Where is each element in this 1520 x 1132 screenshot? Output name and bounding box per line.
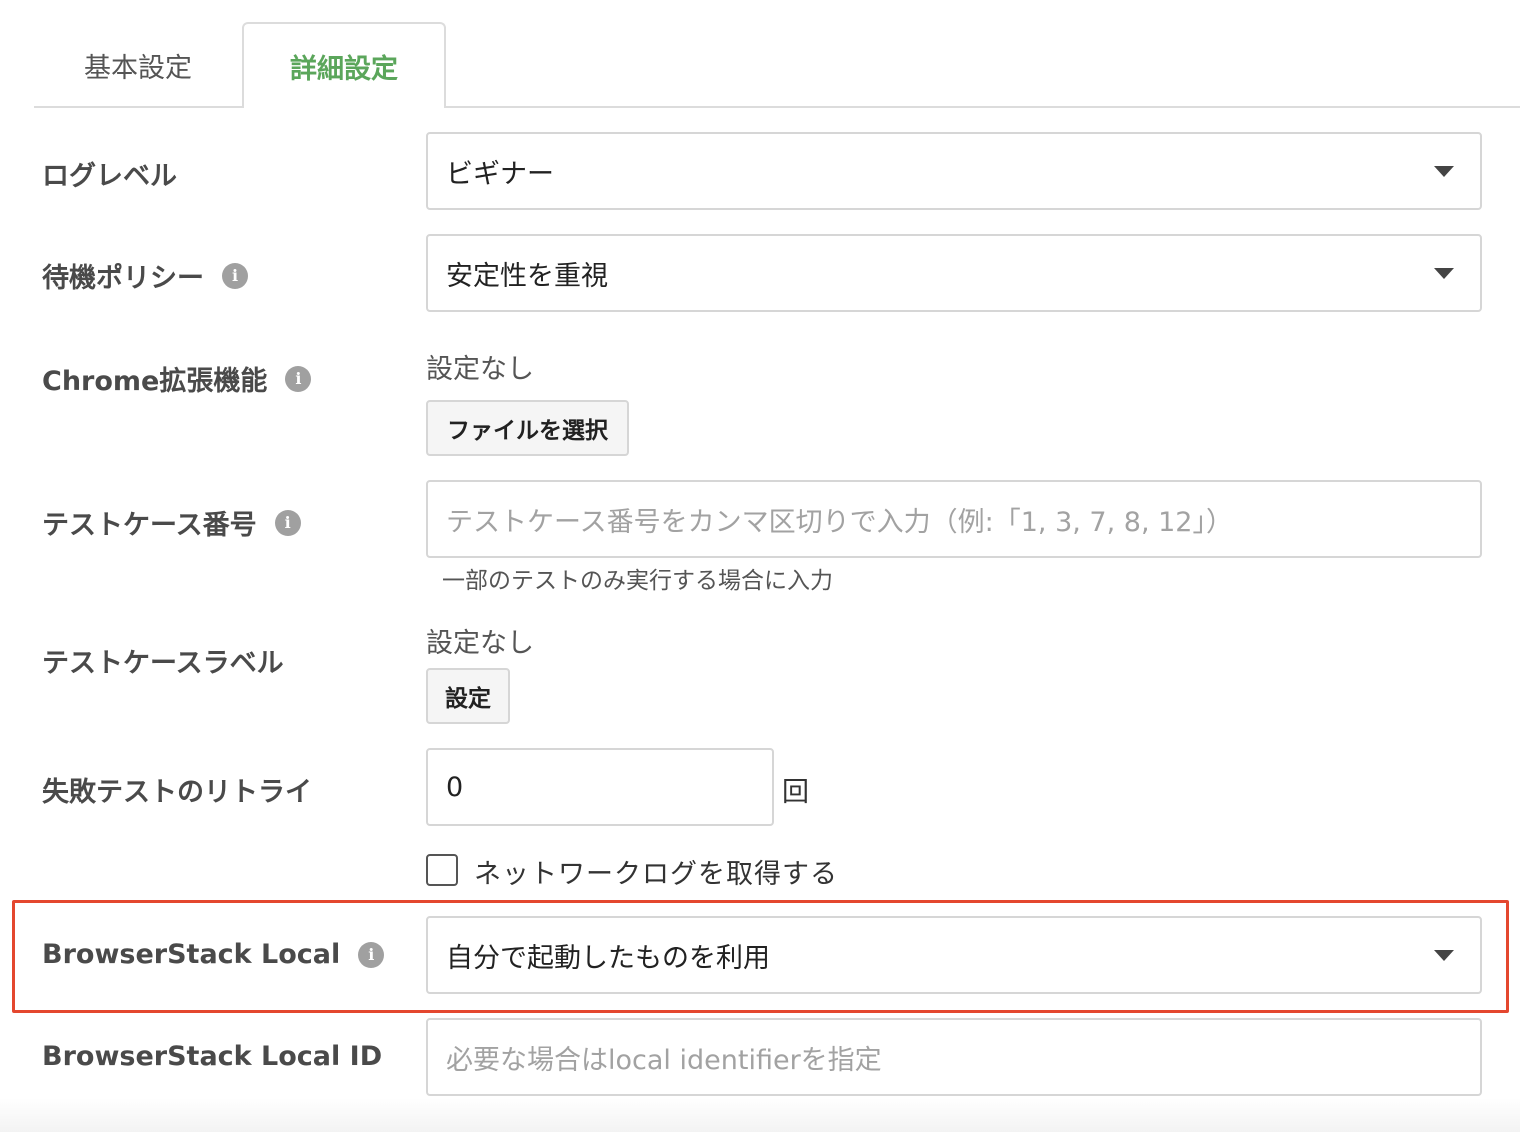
network-log-checkbox[interactable] [426,854,458,886]
log-level-label: ログレベル [42,154,177,193]
tab-advanced-settings[interactable]: 詳細設定 [242,22,446,108]
retry-count-input[interactable]: 0 [426,748,774,826]
chevron-down-icon [1434,949,1454,961]
retry-count-value: 0 [446,771,464,803]
wait-policy-label-text: 待機ポリシー [42,263,204,294]
info-icon[interactable]: i [358,941,385,968]
chevron-down-icon [1434,267,1454,279]
choose-file-button[interactable]: ファイルを選択 [426,400,629,456]
info-icon[interactable]: i [285,365,312,392]
log-level-select[interactable]: ビギナー [426,132,1482,210]
chevron-down-icon [1434,165,1454,177]
testcase-number-input[interactable]: テストケース番号をカンマ区切りで入力（例:「1, 3, 7, 8, 12」） [426,480,1482,558]
testcase-number-label: テストケース番号 i [42,503,301,542]
testcase-number-help: 一部のテストのみ実行する場合に入力 [442,568,833,594]
retry-label: 失敗テストのリトライ [42,770,312,809]
chrome-extension-label: Chrome拡張機能 i [42,359,312,398]
testcase-number-placeholder: テストケース番号をカンマ区切りで入力（例:「1, 3, 7, 8, 12」） [446,506,1233,538]
browserstack-local-label: BrowserStack Local i [42,939,385,970]
browserstack-local-id-label-text: BrowserStack Local ID [42,1041,383,1072]
retry-unit: 回 [782,777,809,808]
browserstack-local-select[interactable]: 自分で起動したものを利用 [426,916,1482,994]
testcase-label-label-text: テストケースラベル [42,648,284,679]
testcase-number-label-text: テストケース番号 [42,510,257,541]
chrome-extension-label-text: Chrome拡張機能 [42,366,268,397]
testcase-label-status: 設定なし [426,628,534,659]
info-icon[interactable]: i [274,509,301,536]
wait-policy-value: 安定性を重視 [446,260,608,292]
browserstack-local-label-text: BrowserStack Local [42,939,341,970]
retry-label-text: 失敗テストのリトライ [42,777,312,808]
browserstack-local-id-label: BrowserStack Local ID [42,1041,382,1072]
tab-basic-settings[interactable]: 基本設定 [34,22,242,108]
testcase-label-label: テストケースラベル [42,641,284,680]
browserstack-local-id-input[interactable]: 必要な場合はlocal identifierを指定 [426,1018,1482,1096]
wait-policy-select[interactable]: 安定性を重視 [426,234,1482,312]
log-level-value: ビギナー [446,158,554,190]
info-icon[interactable]: i [222,262,248,289]
log-level-label-text: ログレベル [42,161,177,192]
set-testcase-label-button[interactable]: 設定 [426,668,510,724]
bottom-fade [0,1098,1520,1132]
chrome-extension-status: 設定なし [426,354,534,385]
browserstack-local-value: 自分で起動したものを利用 [446,942,770,974]
wait-policy-label: 待機ポリシー i [42,256,248,295]
browserstack-local-id-placeholder: 必要な場合はlocal identifierを指定 [446,1044,882,1076]
network-log-label[interactable]: ネットワークログを取得する [474,852,838,891]
